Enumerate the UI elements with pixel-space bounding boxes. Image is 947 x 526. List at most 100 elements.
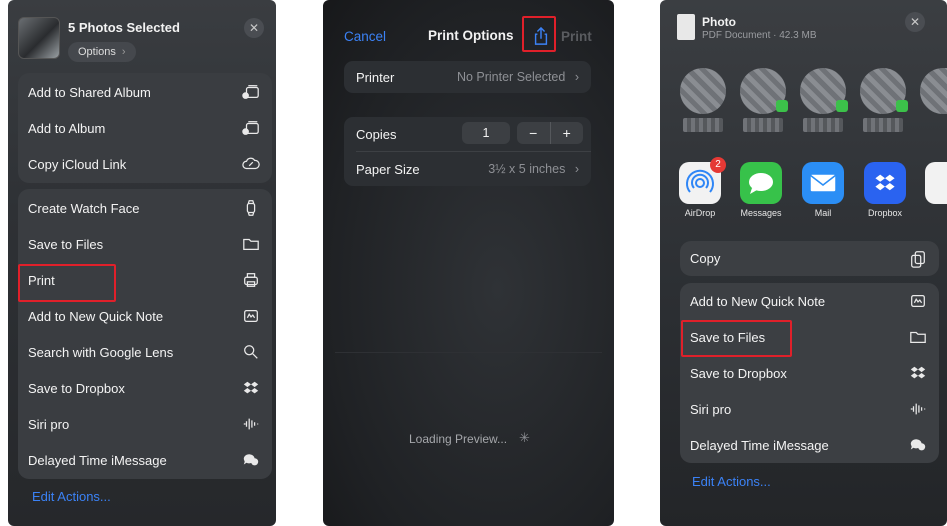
messages-badge-icon — [896, 100, 908, 112]
dropbox-app-icon — [864, 162, 906, 204]
document-title: Photo — [702, 15, 736, 29]
quick-note-icon — [244, 309, 258, 323]
mail-icon — [802, 162, 844, 204]
shared-album-icon — [242, 85, 259, 99]
edit-actions-link[interactable]: Edit Actions... — [32, 489, 111, 504]
watch-icon — [246, 200, 256, 216]
action-label: Add to Shared Album — [28, 84, 151, 100]
action-siri-pro[interactable]: Siri pro — [18, 406, 272, 442]
action-copy[interactable]: Copy — [680, 241, 939, 276]
action-save-to-files[interactable]: Save to Files — [18, 226, 272, 262]
highlight-save-to-files — [681, 320, 792, 357]
add-album-icon — [242, 121, 259, 135]
close-button[interactable]: ✕ — [905, 12, 925, 32]
copy-icon — [911, 250, 925, 268]
messages-badge-icon — [836, 100, 848, 112]
chevron-right-icon: › — [574, 162, 579, 176]
printer-value-wrap: No Printer Selected › — [457, 70, 579, 84]
contact-name-blurred — [683, 118, 723, 132]
printer-group: Printer No Printer Selected › — [344, 61, 591, 93]
cancel-button[interactable]: Cancel — [344, 29, 386, 44]
waveform-icon — [910, 403, 926, 415]
action-label: Copy — [690, 251, 721, 266]
dropbox-icon — [243, 381, 259, 394]
app-label: Messages — [740, 208, 782, 218]
printer-label: Printer — [356, 69, 395, 85]
action-siri-pro[interactable]: Siri pro — [680, 391, 939, 427]
action-search-with-google-lens[interactable]: Search with Google Lens — [18, 334, 272, 370]
action-add-to-shared-album[interactable]: Add to Shared Album — [18, 74, 272, 110]
action-label: Add to New Quick Note — [690, 293, 826, 309]
action-label: Copy iCloud Link — [28, 156, 127, 172]
options-label: Options — [78, 46, 116, 58]
document-subtitle: PDF Document · 42.3 MB — [702, 30, 817, 41]
chevron-right-icon: › — [121, 46, 126, 58]
app-label: Mail — [814, 208, 832, 218]
messages-icon — [740, 162, 782, 204]
dropbox-icon — [910, 366, 926, 379]
search-icon — [244, 345, 258, 359]
action-create-watch-face[interactable]: Create Watch Face — [18, 190, 272, 226]
action-add-to-new-quick-note[interactable]: Add to New Quick Note — [18, 298, 272, 334]
app-label: AirDrop — [684, 208, 716, 218]
action-group-main: Create Watch Face Save to Files Print Ad… — [18, 189, 272, 479]
folder-icon — [243, 238, 259, 251]
printer-row[interactable]: Printer No Printer Selected › — [344, 61, 591, 93]
action-label: Add to Album — [28, 120, 106, 136]
app-label: Dropbox — [867, 208, 903, 218]
decrement-button[interactable]: − — [517, 122, 551, 144]
action-save-to-dropbox[interactable]: Save to Dropbox — [680, 355, 939, 391]
chat-bubbles-icon — [243, 454, 259, 466]
notification-badge: 2 — [710, 157, 726, 173]
increment-button[interactable]: + — [551, 122, 584, 144]
action-label: Save to Files — [28, 236, 104, 252]
print-button[interactable]: Print — [561, 29, 592, 44]
action-label: Siri pro — [28, 416, 70, 432]
action-delayed-time-imessage[interactable]: Delayed Time iMessage — [18, 442, 272, 478]
options-button[interactable]: Options › — [68, 42, 136, 62]
preview-divider — [335, 352, 602, 353]
action-add-to-album[interactable]: Add to Album — [18, 110, 272, 146]
print-options-screen: Cancel Print Options Print Printer No Pr… — [323, 0, 614, 526]
chevron-right-icon: › — [574, 70, 579, 84]
action-save-to-dropbox[interactable]: Save to Dropbox — [18, 370, 272, 406]
contact-avatar — [680, 68, 726, 114]
paper-size-value-wrap: 3½ x 5 inches › — [488, 162, 579, 176]
action-add-to-new-quick-note[interactable]: Add to New Quick Note — [680, 283, 939, 319]
printer-icon — [244, 273, 258, 287]
contact-name-blurred — [863, 118, 903, 132]
photo-thumbnail — [18, 17, 60, 59]
contact-avatar — [920, 68, 947, 114]
copies-label: Copies — [356, 126, 397, 142]
action-group-main: Add to New Quick Note Save to Files Save… — [680, 283, 939, 463]
action-label: Search with Google Lens — [28, 344, 174, 360]
action-copy-icloud-link[interactable]: Copy iCloud Link — [18, 146, 272, 182]
print-settings-group: Copies 1 − + Paper Size 3½ x 5 inches › — [344, 117, 591, 186]
contact-avatar — [800, 68, 848, 114]
paper-size-row[interactable]: Paper Size 3½ x 5 inches › — [344, 152, 591, 186]
action-label: Delayed Time iMessage — [28, 452, 167, 468]
highlight-share — [522, 16, 556, 52]
app-partial-icon[interactable] — [925, 162, 947, 204]
contact-avatar — [740, 68, 788, 114]
action-label: Save to Dropbox — [28, 380, 125, 396]
action-label: Save to Dropbox — [690, 365, 787, 381]
action-label: Siri pro — [690, 401, 732, 417]
copies-stepper: − + — [517, 122, 583, 144]
spinner-icon: ✳ — [519, 430, 530, 445]
chat-bubbles-icon — [910, 439, 926, 451]
icloud-link-icon — [242, 157, 260, 170]
edit-actions-link[interactable]: Edit Actions... — [692, 474, 771, 489]
action-group-albums: Add to Shared Album Add to Album Copy iC… — [18, 73, 272, 183]
waveform-icon — [243, 418, 259, 430]
action-label: Add to New Quick Note — [28, 308, 164, 324]
printer-value: No Printer Selected — [456, 70, 566, 84]
copies-value: 1 — [462, 122, 510, 144]
contact-avatar — [860, 68, 908, 114]
highlight-print — [18, 264, 116, 302]
action-delayed-time-imessage[interactable]: Delayed Time iMessage — [680, 427, 939, 463]
quick-note-icon — [911, 294, 925, 308]
share-sheet-pdf: Photo PDF Document · 42.3 MB ✕ 2 AirDrop… — [660, 0, 947, 526]
document-icon — [677, 14, 695, 40]
close-button[interactable]: ✕ — [244, 18, 264, 38]
